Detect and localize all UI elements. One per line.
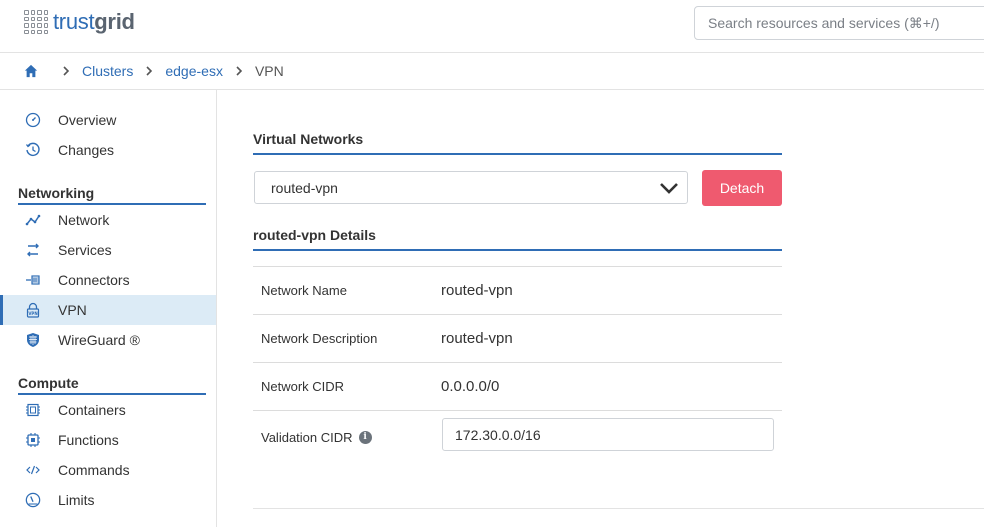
sidebar-item-label: Connectors bbox=[58, 272, 130, 288]
logo-text-trust: trust bbox=[53, 9, 95, 34]
table-row: Network Description routed-vpn bbox=[253, 315, 782, 363]
main-content: Virtual Networks routed-vpn Detach route… bbox=[217, 90, 984, 527]
sidebar-item-network[interactable]: Network bbox=[0, 205, 216, 235]
top-header: trustgrid bbox=[0, 0, 984, 53]
details-table: Network Name routed-vpn Network Descript… bbox=[253, 266, 782, 463]
table-row: Network Name routed-vpn bbox=[253, 267, 782, 315]
search-input[interactable] bbox=[694, 6, 984, 40]
divider bbox=[253, 508, 984, 509]
chevron-down-icon bbox=[660, 183, 678, 194]
sidebar-item-functions[interactable]: Functions bbox=[0, 425, 216, 455]
sidebar-item-wireguard[interactable]: WireGuard ® bbox=[0, 325, 216, 355]
sidebar-item-commands[interactable]: Commands bbox=[0, 455, 216, 485]
sidebar: Overview Changes Networking Network Serv… bbox=[0, 90, 217, 527]
sidebar-item-vpn[interactable]: VPN VPN bbox=[0, 295, 216, 325]
network-icon bbox=[25, 212, 41, 228]
logo-text: trustgrid bbox=[53, 9, 135, 35]
row-label: Network Name bbox=[261, 283, 347, 298]
validation-cidr-label: Validation CIDR bbox=[261, 429, 353, 445]
table-row: Network CIDR 0.0.0.0/0 bbox=[253, 363, 782, 411]
sidebar-item-overview[interactable]: Overview bbox=[0, 105, 216, 135]
row-label: Network Description bbox=[261, 331, 378, 346]
section-title-networking: Networking bbox=[18, 185, 206, 205]
container-icon bbox=[25, 402, 41, 418]
sidebar-item-limits[interactable]: Limits bbox=[0, 485, 216, 515]
breadcrumb-clusters[interactable]: Clusters bbox=[82, 63, 133, 79]
row-value: routed-vpn bbox=[441, 330, 513, 347]
sidebar-item-services[interactable]: Services bbox=[0, 235, 216, 265]
sidebar-item-changes[interactable]: Changes bbox=[0, 135, 216, 165]
code-icon bbox=[25, 462, 41, 478]
chevron-right-icon bbox=[63, 66, 70, 76]
virtual-networks-title: Virtual Networks bbox=[253, 131, 782, 155]
sidebar-item-label: Network bbox=[58, 212, 110, 228]
sidebar-item-label: VPN bbox=[58, 302, 87, 318]
row-value: routed-vpn bbox=[441, 282, 513, 299]
chevron-right-icon bbox=[236, 66, 243, 76]
section-title-compute: Compute bbox=[18, 375, 206, 395]
sidebar-item-label: WireGuard ® bbox=[58, 332, 140, 348]
details-title: routed-vpn Details bbox=[253, 227, 782, 251]
sidebar-item-label: Overview bbox=[58, 112, 117, 128]
logo-grid-icon bbox=[24, 10, 48, 34]
table-row-validation: Validation CIDR i bbox=[253, 411, 782, 463]
breadcrumb: Clusters edge-esx VPN bbox=[0, 53, 984, 90]
sidebar-item-connectors[interactable]: Connectors bbox=[0, 265, 216, 295]
home-icon[interactable] bbox=[24, 64, 38, 78]
breadcrumb-edge-esx[interactable]: edge-esx bbox=[165, 63, 223, 79]
row-label: Network CIDR bbox=[261, 379, 345, 394]
validation-cidr-label-wrap: Validation CIDR i bbox=[261, 430, 372, 445]
vpn-lock-icon: VPN bbox=[25, 302, 41, 318]
chevron-right-icon bbox=[146, 66, 153, 76]
sidebar-item-label: Commands bbox=[58, 462, 130, 478]
sidebar-item-label: Containers bbox=[58, 402, 126, 418]
sidebar-item-label: Limits bbox=[58, 492, 95, 508]
sidebar-item-label: Changes bbox=[58, 142, 115, 158]
connectors-icon bbox=[25, 272, 41, 288]
gauge-icon bbox=[25, 112, 41, 128]
sidebar-item-label: Services bbox=[58, 242, 112, 258]
virtual-network-select[interactable]: routed-vpn bbox=[254, 171, 688, 204]
speedometer-icon bbox=[25, 492, 41, 508]
row-value: 0.0.0.0/0 bbox=[441, 378, 500, 395]
sidebar-item-containers[interactable]: Containers bbox=[0, 395, 216, 425]
logo-text-grid: grid bbox=[94, 9, 135, 34]
sidebar-item-label: Functions bbox=[58, 432, 119, 448]
services-icon bbox=[25, 242, 41, 258]
breadcrumb-current: VPN bbox=[254, 63, 284, 79]
history-icon bbox=[25, 142, 41, 158]
svg-text:VPN: VPN bbox=[28, 311, 37, 316]
wireguard-shield-icon bbox=[25, 332, 41, 348]
validation-cidr-input[interactable] bbox=[442, 418, 774, 451]
info-icon[interactable]: i bbox=[358, 430, 372, 444]
detach-button[interactable]: Detach bbox=[702, 170, 782, 206]
selected-network-value: routed-vpn bbox=[271, 179, 338, 196]
trustgrid-logo[interactable]: trustgrid bbox=[24, 9, 135, 35]
chip-icon bbox=[25, 432, 41, 448]
